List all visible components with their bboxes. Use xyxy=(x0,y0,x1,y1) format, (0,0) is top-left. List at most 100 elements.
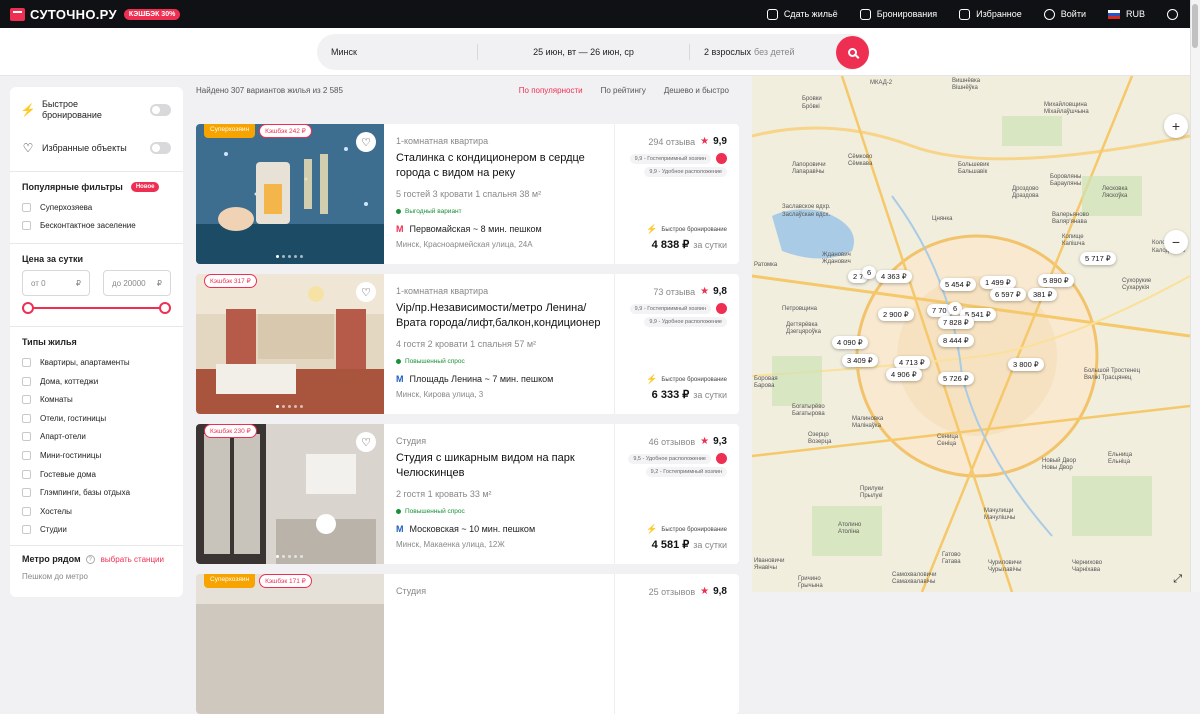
listing-card[interactable]: Кэшбэк 230 ₽ ♡ Студия Студия с шикарным … xyxy=(196,424,739,564)
map-label: Ельница xyxy=(1108,452,1133,458)
select-stations-link[interactable]: выбрать станции xyxy=(101,555,164,564)
price-marker[interactable]: 6 xyxy=(862,266,877,279)
heart-icon[interactable]: ♡ xyxy=(356,282,376,302)
listing-reviews[interactable]: 73 отзыва ★ 9,8 xyxy=(653,286,727,297)
checkbox[interactable] xyxy=(22,202,31,212)
price-marker[interactable]: 381 ₽ xyxy=(1028,288,1058,301)
listing-photo[interactable]: Кэшбэк 230 ₽ ♡ xyxy=(196,424,384,564)
map-label: Чарніхава xyxy=(1072,567,1101,573)
listing-photo[interactable]: Кэшбэк 317 ₽ ♡ xyxy=(196,274,384,414)
favorites-toggle[interactable] xyxy=(150,142,171,154)
checkbox[interactable] xyxy=(22,450,31,460)
price-marker[interactable]: 8 444 ₽ xyxy=(938,334,974,347)
type-item[interactable]: Комнаты xyxy=(22,390,171,409)
listing-card[interactable]: Суперхозяин Кэшбэк 171 ₽ Студия 25 отзыв… xyxy=(196,574,739,714)
price-marker[interactable]: 4 090 ₽ xyxy=(832,336,868,349)
price-marker[interactable]: 6 597 ₽ xyxy=(990,288,1026,301)
listing-reviews[interactable]: 46 отзывов ★ 9,3 xyxy=(649,436,727,447)
fast-booking-toggle[interactable] xyxy=(150,104,171,116)
price-marker[interactable]: 5 454 ₽ xyxy=(940,278,976,291)
nav-bookings[interactable]: Бронирования xyxy=(859,8,937,20)
price-marker[interactable]: 2 900 ₽ xyxy=(878,308,914,321)
nav-help[interactable] xyxy=(1167,8,1178,20)
price-marker[interactable]: 3 800 ₽ xyxy=(1008,358,1044,371)
checkbox[interactable] xyxy=(22,221,31,231)
filter-favorites[interactable]: ♡ Избранные объекты xyxy=(22,129,171,167)
map-label: Гричино xyxy=(798,576,821,582)
type-label: Студии xyxy=(40,525,67,535)
range-min-handle[interactable] xyxy=(22,302,34,315)
checkbox[interactable] xyxy=(22,432,31,442)
map[interactable]: МКАД-2 Бровки Брόвкі Вишнёвка Вішнёўка М… xyxy=(752,76,1190,592)
type-item[interactable]: Студии xyxy=(22,521,171,540)
price-marker[interactable]: 4 906 ₽ xyxy=(886,368,922,381)
nav-host[interactable]: Сдать жильё xyxy=(766,8,838,20)
dates-field[interactable]: 25 июн, вт — 26 июн, ср xyxy=(477,44,689,60)
listing-title[interactable]: Студия с шикарным видом на парк Челюскин… xyxy=(396,451,614,481)
sort-popularity[interactable]: По популярности xyxy=(519,86,583,95)
map-label: Чернихово xyxy=(1072,560,1103,566)
heart-icon[interactable]: ♡ xyxy=(356,132,376,152)
price-marker[interactable]: 5 717 ₽ xyxy=(1080,252,1116,265)
checkbox[interactable] xyxy=(22,469,31,479)
checkbox[interactable] xyxy=(22,413,31,423)
listing-photo[interactable]: Суперхозяин Кэшбэк 171 ₽ xyxy=(196,574,384,714)
type-item[interactable]: Апарт-отели xyxy=(22,428,171,447)
search-button[interactable] xyxy=(836,36,869,69)
heart-icon[interactable]: ♡ xyxy=(356,432,376,452)
price-marker[interactable]: 5 726 ₽ xyxy=(938,372,974,385)
type-item[interactable]: Глэмпинги, базы отдыха xyxy=(22,483,171,502)
site-logo[interactable]: СУТОЧНО.РУ КЭШБЭК 30% xyxy=(10,7,181,22)
checkbox[interactable] xyxy=(22,506,31,516)
checkbox[interactable] xyxy=(22,376,31,386)
listing-side: 294 отзыва ★ 9,9 9,9 - Гостеприимный хозяи… xyxy=(614,124,739,264)
checkbox[interactable] xyxy=(22,357,31,367)
expand-map-icon[interactable]: ⤢ xyxy=(1173,573,1182,586)
filter-fast-booking[interactable]: ⚡ Быстрое бронирование xyxy=(21,91,171,129)
type-item[interactable]: Гостевые дома xyxy=(22,465,171,484)
price-marker[interactable]: 3 409 ₽ xyxy=(842,354,878,367)
nav-login[interactable]: Войти xyxy=(1043,8,1086,20)
nav-favorites[interactable]: Избранное xyxy=(959,8,1022,20)
listing-title[interactable]: Vip/пр.Независимости/метро Ленина/Врата … xyxy=(396,301,614,331)
listing-type: 1-комнатная квартира xyxy=(396,286,489,296)
price-marker[interactable]: 5 890 ₽ xyxy=(1038,274,1074,287)
checkbox[interactable] xyxy=(22,488,31,498)
scrollbar-thumb[interactable] xyxy=(1192,4,1198,48)
price-marker[interactable]: 4 363 ₽ xyxy=(876,270,912,283)
type-item[interactable]: Хостелы xyxy=(22,502,171,521)
filter-contactless[interactable]: Бесконтактное заселение xyxy=(22,217,171,236)
listing-title[interactable]: Сталинка с кондиционером в сердце города… xyxy=(396,151,614,181)
type-item[interactable]: Квартиры, апартаменты xyxy=(22,353,171,372)
nav-currency[interactable]: RUB xyxy=(1107,9,1145,19)
price-from-input[interactable]: от 0 ₽ xyxy=(22,270,90,297)
type-label: Дома, коттеджи xyxy=(40,376,99,386)
listing-photo[interactable]: Суперхозяин Кэшбэк 242 ₽ ♡ xyxy=(196,124,384,264)
zoom-out-button[interactable]: − xyxy=(1164,230,1188,254)
contactless-label: Бесконтактное заселение xyxy=(40,221,136,231)
price-marker[interactable]: 7 828 ₽ xyxy=(938,316,974,329)
listing-reviews[interactable]: 294 отзыва ★ 9,9 xyxy=(648,136,727,147)
range-max-handle[interactable] xyxy=(159,302,171,315)
listing-card[interactable]: Суперхозяин Кэшбэк 242 ₽ ♡ 1-комнатная к… xyxy=(196,124,739,264)
cashback-pill[interactable]: КЭШБЭК 30% xyxy=(123,8,181,20)
checkbox[interactable] xyxy=(22,395,31,405)
listing-card[interactable]: Кэшбэк 317 ₽ ♡ 1-комнатная квартира Vip/… xyxy=(196,274,739,414)
type-item[interactable]: Мини-гостиницы xyxy=(22,446,171,465)
page-scrollbar[interactable] xyxy=(1190,0,1200,592)
sort-rating[interactable]: По рейтингу xyxy=(601,86,646,95)
sort-cheap-fast[interactable]: Дешево и быстро xyxy=(664,86,729,95)
map-label: Заслаўскае вдсх. xyxy=(782,212,831,218)
type-item[interactable]: Дома, коттеджи xyxy=(22,372,171,391)
filter-superhosts[interactable]: Суперхозяева xyxy=(22,198,171,217)
guests-field[interactable]: 2 взрослых без детей xyxy=(689,44,834,60)
type-item[interactable]: Отели, гостиницы xyxy=(22,409,171,428)
city-field[interactable]: Минск xyxy=(317,34,477,70)
zoom-in-button[interactable]: + xyxy=(1164,114,1188,138)
map-label: Сёмково xyxy=(848,154,873,160)
price-range-slider[interactable] xyxy=(22,296,171,320)
checkbox[interactable] xyxy=(22,525,31,535)
question-icon[interactable]: ? xyxy=(85,554,95,564)
price-to-input[interactable]: до 20000 ₽ xyxy=(103,270,171,297)
price-from-value: 0 xyxy=(41,278,46,288)
